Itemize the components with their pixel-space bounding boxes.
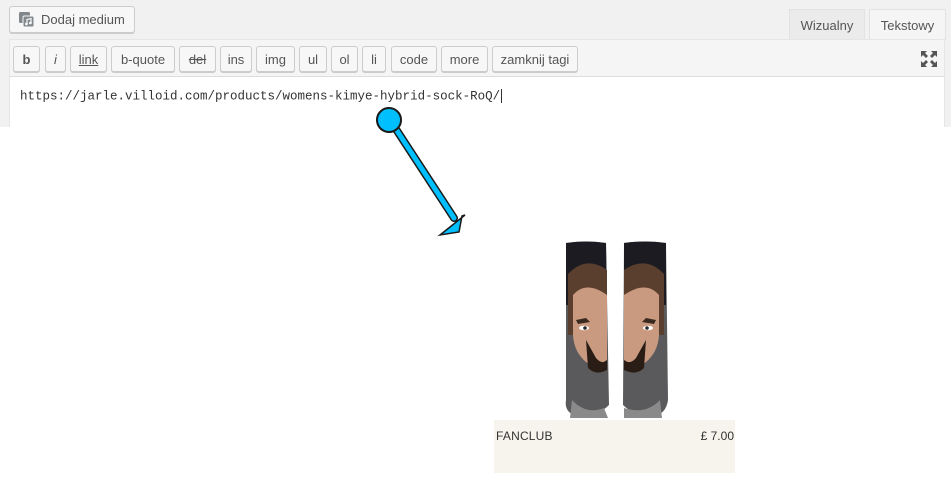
li-button[interactable]: li [362,46,386,72]
ol-button[interactable]: ol [331,46,358,72]
add-media-label: Dodaj medium [41,12,125,27]
fullscreen-icon[interactable] [920,50,938,68]
blockquote-button[interactable]: b-quote [111,46,175,72]
bold-button[interactable]: b [13,46,40,72]
link-button[interactable]: link [70,46,107,72]
text-caret [501,89,503,103]
more-button[interactable]: more [441,46,488,72]
code-button[interactable]: code [391,46,437,72]
product-preview[interactable]: FANCLUB £ 7.00 [494,240,735,473]
quicktags-toolbar: b i link b-quote del ins img ul ol li co… [9,39,945,77]
tab-text[interactable]: Tekstowy [869,9,946,40]
media-icon [18,11,35,28]
add-media-button[interactable]: Dodaj medium [9,6,135,33]
close-tags-button[interactable]: zamknij tagi [492,46,578,72]
img-button[interactable]: img [256,46,295,72]
tab-visual[interactable]: Wizualny [789,9,865,40]
page: Dodaj medium Wizualny Tekstowy b i link … [0,0,951,500]
italic-button[interactable]: i [45,46,66,72]
annotation-arrow [376,107,466,237]
ins-button[interactable]: ins [220,46,252,72]
product-brand: FANCLUB [496,429,553,443]
del-button[interactable]: del [179,46,216,72]
sock-product-image [565,241,668,418]
product-card: FANCLUB £ 7.00 [494,420,735,473]
product-price: £ 7.00 [700,429,734,443]
ul-button[interactable]: ul [299,46,327,72]
